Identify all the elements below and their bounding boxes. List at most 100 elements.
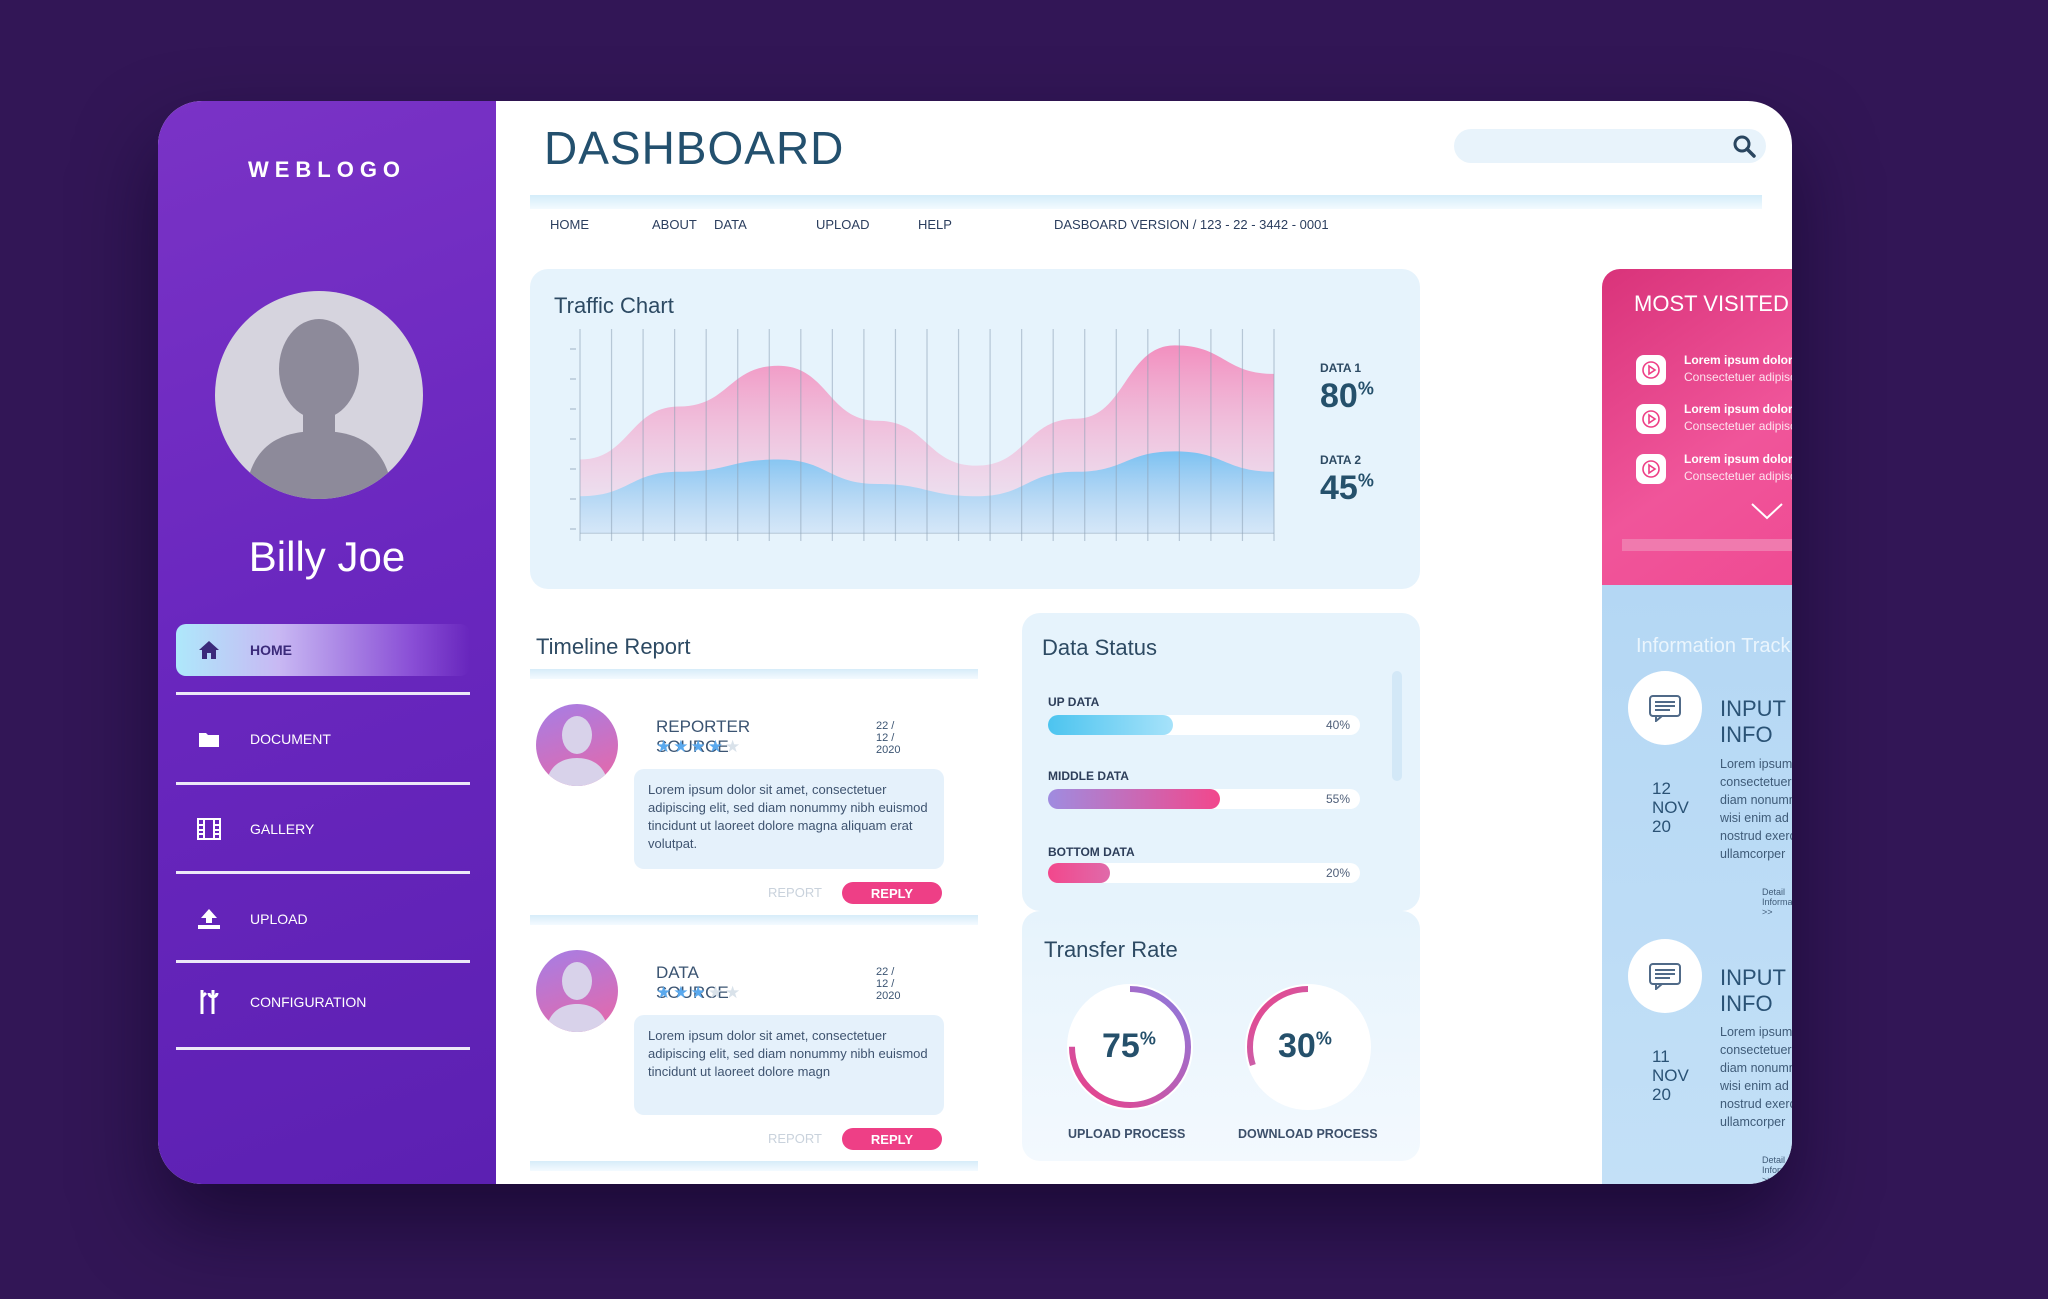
sidebar-item-document[interactable]: DOCUMENT — [176, 713, 470, 765]
star-icon: ★ — [656, 737, 674, 756]
bottom-data-fill — [1048, 863, 1111, 883]
divider — [176, 1047, 470, 1050]
chevron-down-icon[interactable] — [1750, 501, 1784, 521]
report-button[interactable]: REPORT — [768, 885, 822, 900]
transfer-rate-title: Transfer Rate — [1044, 937, 1178, 962]
user-name: Billy Joe — [248, 533, 406, 580]
main-content: DASHBOARD HOME ABOUT DATA UPLOAD HELP DA… — [496, 101, 1792, 1184]
sidebar-item-upload[interactable]: UPLOAD — [176, 893, 470, 945]
header-divider — [530, 195, 1762, 209]
user-silhouette-icon — [546, 962, 608, 1032]
divider — [176, 871, 470, 874]
avatar[interactable] — [536, 704, 618, 786]
scrollbar[interactable] — [1392, 671, 1402, 781]
data2-value: 45% — [1320, 469, 1374, 507]
bottom-data-label: BOTTOM DATA — [1048, 845, 1135, 859]
nav-link-about[interactable]: ABOUT — [652, 217, 697, 232]
panel-footer-line — [1622, 539, 1792, 551]
logo: WEBLOGO — [247, 157, 407, 182]
star-icon: ★ — [725, 737, 743, 756]
divider — [530, 1161, 978, 1171]
sidebar-item-label: DOCUMENT — [250, 731, 331, 747]
middle-data-fill — [1048, 789, 1220, 809]
data1-value: 80% — [1320, 377, 1374, 415]
sidebar-item-home[interactable]: HOME — [176, 624, 470, 676]
sidebar-item-label: HOME — [250, 642, 292, 658]
middle-data-label: MIDDLE DATA — [1048, 769, 1129, 783]
report-button[interactable]: REPORT — [768, 1131, 822, 1146]
film-icon — [196, 816, 222, 842]
up-data-bar: 40% — [1048, 715, 1360, 735]
upload-label: UPLOAD PROCESS — [1068, 1127, 1186, 1141]
up-data-fill — [1048, 715, 1173, 735]
bottom-data-bar: 20% — [1048, 863, 1360, 883]
traffic-chart-title: Traffic Chart — [554, 293, 674, 318]
sidebar-item-gallery[interactable]: GALLERY — [176, 803, 470, 855]
nav-link-upload[interactable]: UPLOAD — [816, 217, 869, 232]
star-rating: ★★★★★ — [656, 737, 742, 757]
detail-info-link[interactable]: Detail Information >> — [1762, 1155, 1792, 1184]
data1-label: DATA 1 — [1320, 361, 1362, 375]
traffic-chart-panel: Traffic Chart DATA 1 80% DATA 2 45% — [530, 269, 1420, 589]
report-text: Lorem ipsum dolor sit amet, consectetuer… — [634, 1015, 944, 1115]
version-label: DASBOARD VERSION / 123 - 22 - 3442 - 000… — [1054, 217, 1329, 232]
most-visited-item[interactable]: Lorem ipsum dolor Consectetuer adipiscin… — [1636, 402, 1792, 442]
data-status-panel: Data Status UP DATA 40% MIDDLE DATA 55% … — [1022, 613, 1420, 911]
report-text: Lorem ipsum dolor sit amet, consectetuer… — [634, 769, 944, 869]
sidebar: WEBLOGO Billy Joe HOME DOCUMENT GALLERY … — [158, 101, 496, 1184]
upload-value: 75% — [1102, 1027, 1156, 1065]
information-track-panel: Information Track INPUT INFO 12 NOV 20 Lor… — [1602, 585, 1792, 1184]
info-date: 11 NOV 20 — [1652, 1047, 1689, 1104]
message-icon — [1628, 939, 1702, 1013]
middle-data-bar: 55% — [1048, 789, 1360, 809]
user-silhouette-icon — [546, 716, 608, 786]
star-icon: ★ — [673, 983, 691, 1002]
star-icon: ★ — [656, 983, 674, 1002]
up-data-label: UP DATA — [1048, 695, 1100, 709]
timeline-title: Timeline Report — [536, 634, 691, 659]
info-text: Lorem ipsum dolor sit amet, consectetuer… — [1720, 1025, 1792, 1129]
information-track-title: Information Track — [1636, 635, 1791, 657]
divider — [176, 960, 470, 963]
most-visited-item-subtitle: Consectetuer adipiscing elit, — [1684, 469, 1792, 483]
report-date: 22 / 12 / 2020 — [876, 966, 901, 1002]
most-visited-panel: MOST VISITED Lorem ipsum dolor Consectet… — [1602, 269, 1792, 585]
middle-data-percent: 55% — [1325, 792, 1350, 806]
detail-info-link[interactable]: Detail Information >> — [1762, 887, 1792, 917]
info-text: Lorem ipsum dolor sit amet, consectetuer… — [1720, 757, 1792, 861]
report-date: 22 / 12 / 2020 — [876, 720, 901, 756]
divider — [176, 782, 470, 785]
nav-link-help[interactable]: HELP — [918, 217, 952, 232]
nav-link-data[interactable]: DATA — [714, 217, 747, 232]
reply-button[interactable]: REPLY — [842, 1128, 942, 1150]
reply-button[interactable]: REPLY — [842, 882, 942, 904]
star-icon: ★ — [707, 737, 725, 756]
folder-icon — [196, 726, 222, 752]
search-icon[interactable] — [1732, 134, 1756, 158]
dashboard-window: WEBLOGO Billy Joe HOME DOCUMENT GALLERY … — [158, 101, 1792, 1184]
most-visited-item-subtitle: Consectetuer adipiscing elit, — [1684, 419, 1792, 433]
search-input[interactable] — [1454, 129, 1766, 163]
info-date: 12 NOV 20 — [1652, 779, 1689, 836]
most-visited-title: MOST VISITED — [1634, 291, 1789, 316]
star-icon: ★ — [707, 983, 725, 1002]
message-icon — [1628, 671, 1702, 745]
avatar[interactable] — [536, 950, 618, 1032]
star-icon: ★ — [690, 983, 708, 1002]
divider — [530, 669, 978, 679]
sidebar-item-label: CONFIGURATION — [250, 994, 367, 1010]
sidebar-item-configuration[interactable]: CONFIGURATION — [176, 976, 470, 1028]
star-icon: ★ — [725, 983, 743, 1002]
data2-label: DATA 2 — [1320, 453, 1362, 467]
most-visited-item-subtitle: Consectetuer adipiscing elit, — [1684, 370, 1792, 384]
most-visited-item[interactable]: Lorem ipsum dolor Consectetuer adipiscin… — [1636, 353, 1792, 393]
home-icon — [196, 637, 222, 663]
most-visited-item[interactable]: Lorem ipsum dolor Consectetuer adipiscin… — [1636, 452, 1792, 492]
nav-link-home[interactable]: HOME — [550, 217, 589, 232]
tools-icon — [196, 989, 222, 1015]
play-icon — [1636, 404, 1666, 434]
user-silhouette-icon — [245, 319, 393, 499]
upload-icon — [196, 906, 222, 932]
avatar[interactable] — [215, 291, 423, 499]
info-heading: INPUT INFO — [1720, 965, 1786, 1016]
